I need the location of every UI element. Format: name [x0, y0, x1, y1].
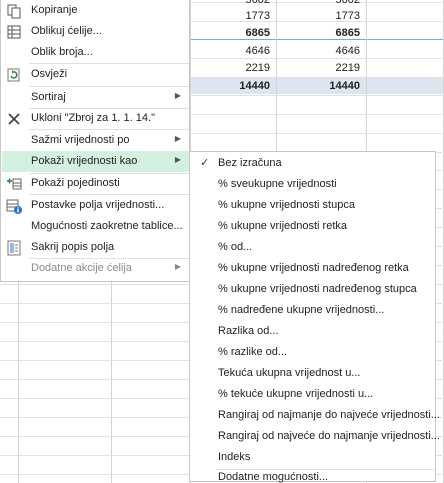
- menu-item-remove-field[interactable]: Ukloni "Zbroj za 1. 1. 14.": [2, 108, 189, 129]
- submenu-item-label: % ukupne vrijednosti nadređenog retka: [218, 262, 409, 274]
- menu-item-label: Pokaži vrijednosti kao: [31, 155, 138, 167]
- submenu-item-label: % nadređene ukupne vrijednosti...: [218, 304, 385, 316]
- menu-item-copy[interactable]: Kopiranje: [2, 0, 189, 21]
- remove-icon: [6, 111, 22, 127]
- menu-item-sort[interactable]: Sortiraj ▶: [2, 87, 189, 108]
- menu-item-label: Osvježi: [31, 68, 68, 80]
- submenu-arrow-icon: ▶: [174, 91, 181, 100]
- cell-value[interactable]: 6865: [194, 27, 270, 39]
- copy-icon: [6, 3, 22, 19]
- cell-value[interactable]: 4646: [194, 45, 270, 57]
- menu-item-label: Pokaži pojedinosti: [31, 177, 120, 189]
- menu-item-refresh[interactable]: Osvježi: [2, 64, 189, 85]
- cell-value[interactable]: 6865: [284, 27, 360, 39]
- submenu-item-no-calculation[interactable]: ✓ Bez izračuna: [191, 153, 435, 174]
- refresh-icon: [6, 67, 22, 83]
- submenu-item-rank-smallest-to-largest[interactable]: Rangiraj od najmanje do najveće vrijedno…: [191, 405, 440, 426]
- menu-item-summarize-values-by[interactable]: Sažmi vrijednosti po ▶: [2, 130, 189, 151]
- cell-value[interactable]: 1773: [194, 10, 270, 22]
- menu-item-label: Oblikuj ćelije...: [31, 25, 102, 37]
- submenu-item-running-total-in[interactable]: Tekuća ukupna vrijednost u...: [191, 363, 435, 384]
- menu-item-number-format[interactable]: Oblik broja...: [2, 42, 189, 63]
- submenu-arrow-icon: ▶: [174, 262, 181, 271]
- format-cells-icon: [6, 24, 22, 40]
- menu-item-show-details[interactable]: Pokaži pojedinosti: [2, 173, 189, 194]
- field-settings-icon: [6, 198, 22, 214]
- submenu-arrow-icon: ▶: [174, 134, 181, 143]
- menu-item-format-cells[interactable]: Oblikuj ćelije...: [2, 21, 189, 42]
- submenu-item-percent-grand-total[interactable]: % sveukupne vrijednosti: [191, 174, 435, 195]
- menu-item-label: Postavke polja vrijednosti...: [31, 199, 165, 211]
- submenu-item-label: % od...: [218, 241, 253, 253]
- grand-total-value[interactable]: 14440: [194, 80, 270, 92]
- submenu-item-percent-of[interactable]: % od...: [191, 237, 435, 258]
- submenu-item-more-options[interactable]: Dodatne mogućnosti...: [191, 460, 435, 483]
- menu-item-label: Sakrij popis polja: [31, 241, 115, 253]
- menu-item-show-values-as[interactable]: Pokaži vrijednosti kao ▶: [2, 151, 189, 172]
- menu-item-label: Kopiranje: [31, 4, 78, 16]
- submenu-item-label: % tekuće ukupne vrijednosti u...: [218, 388, 374, 400]
- cell-value[interactable]: 5602: [194, 0, 270, 6]
- submenu-item-percent-parent-row-total[interactable]: % ukupne vrijednosti nadređenog retka: [191, 258, 435, 279]
- menu-item-label: Sortiraj: [31, 91, 66, 103]
- cell-value[interactable]: 5602: [284, 0, 360, 6]
- submenu-item-label: % ukupne vrijednosti nadređenog stupca: [218, 283, 417, 295]
- submenu-item-label: Rangiraj od najmanje do najveće vrijedno…: [218, 409, 440, 421]
- field-list-icon: [6, 240, 22, 256]
- menu-item-hide-field-list[interactable]: Sakrij popis polja: [2, 237, 189, 258]
- menu-item-label: Ukloni "Zbroj za 1. 1. 14.": [31, 112, 155, 124]
- submenu-arrow-icon: ▶: [174, 155, 181, 164]
- submenu-item-label: % sveukupne vrijednosti: [218, 178, 337, 190]
- submenu-item-label: Tekuća ukupna vrijednost u...: [218, 367, 361, 379]
- submenu-item-label: Rangiraj od najveće do najmanje vrijedno…: [218, 430, 440, 442]
- submenu-item-label: % razlike od...: [218, 346, 288, 358]
- context-menu: Kopiranje Oblikuj ćelije... Oblik broja.…: [0, 0, 190, 282]
- cell-value[interactable]: 1773: [284, 10, 360, 22]
- show-details-icon: [6, 176, 22, 192]
- cell-value[interactable]: 4646: [284, 45, 360, 57]
- menu-item-label: Dodatne akcije ćelija: [31, 262, 132, 274]
- submenu-item-percent-difference-from[interactable]: % razlike od...: [191, 342, 435, 363]
- show-values-as-submenu: ✓ Bez izračuna % sveukupne vrijednosti %…: [189, 151, 440, 483]
- submenu-item-difference-from[interactable]: Razlika od...: [191, 321, 435, 342]
- submenu-item-percent-running-total-in[interactable]: % tekuće ukupne vrijednosti u...: [191, 384, 435, 405]
- submenu-item-percent-row-total[interactable]: % ukupne vrijednosti retka: [191, 216, 435, 237]
- submenu-item-label: Bez izračuna: [218, 157, 282, 169]
- menu-item-pivot-table-options[interactable]: Mogućnosti zaokretne tablice...: [2, 216, 189, 237]
- submenu-item-label: % ukupne vrijednosti retka: [218, 220, 348, 232]
- submenu-item-label: Dodatne mogućnosti...: [218, 471, 329, 483]
- menu-item-label: Mogućnosti zaokretne tablice...: [31, 220, 183, 232]
- checkmark-icon: ✓: [200, 157, 210, 169]
- grand-total-value[interactable]: 14440: [284, 80, 360, 92]
- menu-item-label: Sažmi vrijednosti po: [31, 134, 130, 146]
- cell-value[interactable]: 2219: [194, 62, 270, 74]
- submenu-item-percent-column-total[interactable]: % ukupne vrijednosti stupca: [191, 195, 435, 216]
- group-divider-line: [190, 39, 444, 40]
- menu-item-label: Oblik broja...: [31, 46, 93, 58]
- submenu-item-percent-parent-column-total[interactable]: % ukupne vrijednosti nadređenog stupca: [191, 279, 435, 300]
- menu-item-additional-cell-actions: Dodatne akcije ćelija ▶: [2, 258, 189, 279]
- submenu-item-percent-parent-total[interactable]: % nadređene ukupne vrijednosti...: [191, 300, 435, 321]
- cell-value[interactable]: 2219: [284, 62, 360, 74]
- submenu-item-rank-largest-to-smallest[interactable]: Rangiraj od najveće do najmanje vrijedno…: [191, 426, 440, 447]
- menu-item-value-field-settings[interactable]: Postavke polja vrijednosti...: [2, 195, 189, 216]
- submenu-item-label: % ukupne vrijednosti stupca: [218, 199, 355, 211]
- submenu-item-label: Razlika od...: [218, 325, 279, 337]
